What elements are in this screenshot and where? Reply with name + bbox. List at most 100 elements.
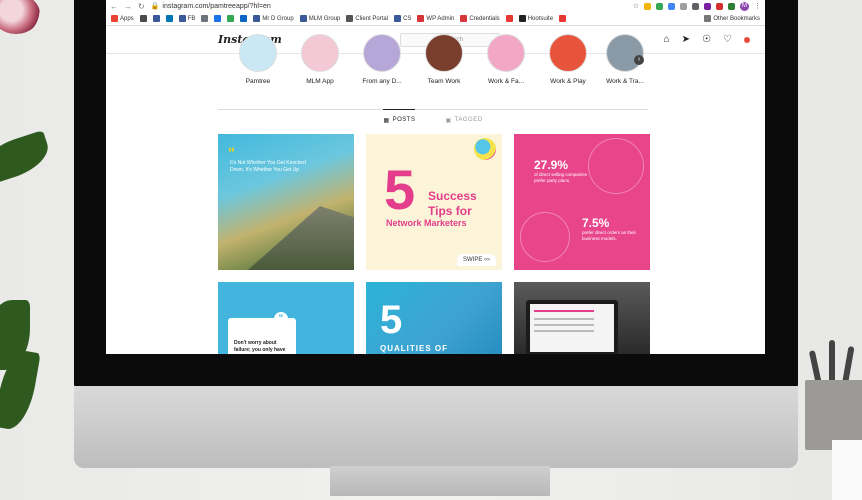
back-icon[interactable]: ← bbox=[110, 2, 118, 11]
screen-row bbox=[534, 318, 594, 320]
home-icon[interactable]: ⌂ bbox=[664, 34, 670, 45]
bookmark-item[interactable]: CS bbox=[394, 15, 411, 22]
bookmark-item[interactable] bbox=[152, 15, 160, 22]
grid-icon: ▦ bbox=[383, 117, 390, 124]
stat-desc: of direct selling companies prefer party… bbox=[534, 172, 588, 183]
story-highlight[interactable]: Team Work bbox=[414, 34, 474, 85]
bookmark-icon bbox=[346, 15, 354, 22]
bookmark-item[interactable] bbox=[227, 15, 235, 22]
extension-icon[interactable] bbox=[716, 2, 723, 10]
highlight-label: From any D... bbox=[362, 78, 402, 85]
profile-icon[interactable] bbox=[744, 36, 750, 43]
bookmark-icon bbox=[178, 15, 186, 22]
brand-blob bbox=[474, 138, 496, 160]
post-tile[interactable]: “ It's Not Whether You Get Knocked Down,… bbox=[218, 134, 354, 270]
heart-icon[interactable]: ♡ bbox=[723, 34, 732, 45]
bookmark-item[interactable] bbox=[139, 15, 147, 22]
bookmark-item[interactable] bbox=[165, 15, 173, 22]
extension-icon[interactable] bbox=[668, 2, 675, 10]
address-bar[interactable]: 🔒 instagram.com/pamtreeapp/?hl=en bbox=[150, 2, 627, 11]
folder-icon bbox=[704, 15, 712, 22]
stat-value: 27.9% bbox=[534, 158, 569, 172]
bookmark-item[interactable]: WP Admin bbox=[417, 15, 454, 22]
bookmark-icon bbox=[518, 15, 526, 22]
post-quote-text: Don't worry about failure; you only have bbox=[234, 340, 286, 353]
post-tile[interactable]: 27.9% of direct selling companies prefer… bbox=[514, 134, 650, 270]
highlight-cover bbox=[239, 34, 277, 72]
bookmark-icon bbox=[253, 15, 261, 22]
mountain-image bbox=[248, 206, 354, 270]
highlight-label: Team Work bbox=[427, 78, 461, 85]
profile-avatar[interactable]: M bbox=[740, 1, 749, 11]
post-tile[interactable]: 5 QUALITIES OF bbox=[366, 282, 502, 354]
screen-row bbox=[534, 330, 594, 332]
reload-icon[interactable]: ↻ bbox=[138, 2, 145, 11]
post-number: 5 bbox=[384, 158, 416, 221]
quote-mark: “ bbox=[274, 312, 288, 326]
next-arrow-icon[interactable]: › bbox=[634, 55, 644, 65]
highlight-cover bbox=[606, 34, 644, 72]
bookmark-icon bbox=[240, 15, 248, 22]
bookmarks-bar: Apps FB Mr D Group MLM Group Client Portal CS… bbox=[106, 12, 765, 26]
post-tile[interactable] bbox=[514, 282, 650, 354]
bookmark-item[interactable]: MLM Group bbox=[299, 15, 341, 22]
post-tile[interactable]: “ Don't worry about failure; you only ha… bbox=[218, 282, 354, 354]
bookmark-icon bbox=[417, 15, 425, 22]
bookmark-icon bbox=[227, 15, 235, 22]
url-text: instagram.com/pamtreeapp/?hl=en bbox=[162, 2, 271, 10]
post-caption: QUALITIES OF bbox=[380, 344, 448, 353]
story-highlight[interactable]: Work & Tra... bbox=[595, 34, 655, 85]
bookmark-item[interactable] bbox=[505, 15, 513, 22]
bookmark-item[interactable]: Credentials bbox=[460, 15, 500, 22]
bookmark-item[interactable] bbox=[559, 15, 567, 22]
extension-icon[interactable] bbox=[704, 2, 711, 10]
tab-posts[interactable]: ▦ POSTS bbox=[383, 109, 416, 124]
tab-tagged[interactable]: ▣ TAGGED bbox=[445, 110, 482, 124]
star-icon[interactable]: ☆ bbox=[633, 2, 639, 10]
swipe-label: SWIPE bbox=[462, 257, 483, 263]
story-highlight[interactable]: Work & Fa... bbox=[476, 34, 536, 85]
highlight-label: Work & Play bbox=[550, 78, 586, 85]
pen-holder bbox=[805, 330, 862, 450]
extension-icons: ☆ M ⋮ bbox=[633, 1, 761, 11]
direct-icon[interactable]: ➤ bbox=[682, 34, 690, 45]
bookmark-item[interactable]: Client Portal bbox=[346, 15, 388, 22]
extension-icon[interactable] bbox=[644, 2, 651, 10]
extension-icon[interactable] bbox=[656, 2, 663, 10]
extension-icon[interactable] bbox=[680, 2, 687, 10]
highlight-label: Work & Tra... bbox=[606, 78, 644, 85]
lock-icon: 🔒 bbox=[150, 3, 160, 10]
explore-icon[interactable]: ☉ bbox=[702, 34, 711, 45]
paper-card bbox=[832, 440, 862, 500]
bookmark-label: MLM Group bbox=[308, 15, 341, 22]
bookmark-label: Mr D Group bbox=[262, 15, 294, 22]
post-title: Success Tips for bbox=[428, 189, 477, 219]
bookmark-item[interactable] bbox=[201, 15, 209, 22]
post-tile[interactable]: 5 Success Tips for Network Marketers SWI… bbox=[366, 134, 502, 270]
story-highlight[interactable]: MLM App bbox=[290, 34, 350, 85]
story-highlight[interactable]: Work & Play bbox=[538, 34, 598, 85]
other-bookmarks[interactable]: Other Bookmarks bbox=[704, 15, 760, 22]
network-graphic bbox=[588, 138, 644, 194]
monitor-stand bbox=[330, 466, 550, 496]
bookmark-item[interactable] bbox=[214, 15, 222, 22]
bookmark-label: Credentials bbox=[469, 15, 500, 22]
bookmark-item[interactable] bbox=[240, 15, 248, 22]
extension-icon[interactable] bbox=[728, 2, 735, 10]
story-highlight[interactable]: Pamtree bbox=[228, 34, 288, 85]
bookmark-item[interactable]: Apps bbox=[111, 15, 134, 22]
forward-icon[interactable]: → bbox=[124, 2, 132, 11]
post-title-line: Tips for bbox=[428, 204, 472, 218]
plant-leaf bbox=[0, 130, 54, 186]
bookmark-item[interactable]: Mr D Group bbox=[253, 15, 294, 22]
bookmark-icon bbox=[201, 15, 209, 22]
monitor-chin bbox=[74, 386, 798, 468]
bookmark-item[interactable]: Hootsuite bbox=[518, 15, 553, 22]
tab-tagged-label: TAGGED bbox=[454, 117, 483, 123]
menu-icon[interactable]: ⋮ bbox=[754, 2, 761, 10]
highlight-cover bbox=[301, 34, 339, 72]
bookmark-item[interactable]: FB bbox=[178, 15, 195, 22]
story-highlight[interactable]: From any D... bbox=[352, 34, 412, 85]
bookmark-label: WP Admin bbox=[426, 15, 455, 22]
extension-icon[interactable] bbox=[692, 2, 699, 10]
